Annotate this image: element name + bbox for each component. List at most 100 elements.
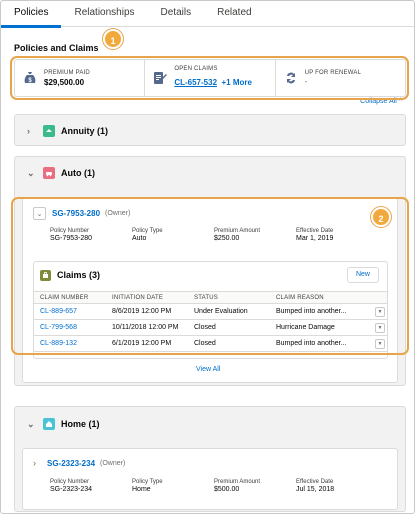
table-row: CL-889-132 6/1/2019 12:00 PM Closed Bump…	[34, 335, 387, 352]
renewal-label: UP FOR RENEWAL	[304, 70, 362, 76]
policy-field: Policy Type Auto	[132, 228, 214, 242]
premium-paid-value: $29,500.00	[44, 77, 85, 87]
annuity-group: › Annuity (1)	[14, 114, 406, 146]
annuity-group-header[interactable]: › Annuity (1)	[15, 115, 405, 147]
claim-status: Under Evaluation	[188, 303, 270, 320]
tab-bar: Policies Relationships Details Related	[1, 1, 414, 28]
home-group-label: Home (1)	[61, 419, 100, 429]
column-header[interactable]: CLAIM NUMBER	[34, 291, 106, 304]
column-header[interactable]: STATUS	[188, 291, 270, 304]
row-menu-icon[interactable]: ▼	[375, 306, 385, 317]
field-value: $500.00	[214, 486, 240, 493]
auto-policy-owner: (Owner)	[105, 210, 131, 217]
car-icon	[43, 167, 55, 179]
row-menu-icon[interactable]: ▼	[375, 322, 385, 333]
field-label: Effective Date	[296, 228, 334, 234]
table-row: CL-799-568 10/11/2018 12:00 PM Closed Hu…	[34, 319, 387, 336]
auto-policy-fields: Policy Number SG-7953-280 Policy Type Auto…	[50, 228, 378, 242]
policy-summary-bar: $ PREMIUM PAID $29,500.00 OPEN CLAIMS CL…	[14, 59, 406, 97]
home-policy-header: › SG-2323-234 (Owner)	[33, 458, 125, 468]
claim-reason: Hurricane Damage	[270, 319, 369, 336]
column-header-blank	[369, 291, 387, 304]
chevron-right-icon: ›	[27, 126, 30, 136]
house-icon	[43, 418, 55, 430]
callout-badge-1: 1	[103, 29, 123, 49]
open-claims-cell: OPEN CLAIMS CL-657-532 +1 More	[145, 60, 276, 96]
claim-number-link[interactable]: CL-799-568	[40, 324, 77, 331]
chevron-right-icon[interactable]: ›	[33, 458, 47, 468]
chevron-down-icon: ⌄	[27, 167, 35, 178]
field-value: SG-2323-234	[50, 486, 93, 493]
field-label: Effective Date	[296, 479, 334, 485]
policy-field: Premium Amount $500.00	[214, 479, 296, 493]
claims-table: CLAIM NUMBER INITIATION DATE STATUS CLAI…	[34, 291, 387, 352]
claim-date: 8/6/2019 12:00 PM	[106, 303, 188, 320]
auto-policy-number-link[interactable]: SG-7953-280	[52, 209, 100, 218]
tab-relationships[interactable]: Relationships	[61, 1, 147, 27]
auto-group-label: Auto (1)	[61, 168, 95, 178]
field-value: Home	[132, 486, 151, 493]
policy-field: Policy Number SG-7953-280	[50, 228, 132, 242]
field-value: SG-7953-280	[50, 235, 93, 242]
chevron-up-icon: ^	[398, 98, 402, 105]
more-claims-link[interactable]: +1 More	[221, 78, 251, 87]
claim-status: Closed	[188, 319, 270, 336]
annuity-icon	[43, 125, 55, 137]
auto-group-header[interactable]: ⌄ Auto (1)	[15, 157, 405, 189]
home-policy-fields: Policy Number SG-2323-234 Policy Type Home…	[50, 479, 378, 493]
collapse-all-label: Collapse All	[360, 98, 397, 105]
open-claim-link[interactable]: CL-657-532	[174, 78, 217, 87]
renewal-value: -	[304, 77, 308, 86]
premium-paid-cell: $ PREMIUM PAID $29,500.00	[15, 60, 146, 96]
tab-details[interactable]: Details	[148, 1, 205, 27]
field-value: Auto	[132, 235, 147, 242]
claim-date: 10/11/2018 12:00 PM	[106, 319, 188, 336]
field-label: Policy Type	[132, 479, 163, 485]
tab-related[interactable]: Related	[204, 1, 264, 27]
home-policy-owner: (Owner)	[100, 459, 126, 467]
claims-icon	[40, 269, 51, 281]
policies-panel: Policies Relationships Details Related P…	[0, 0, 415, 514]
policy-field: Policy Type Home	[132, 479, 214, 493]
renewal-arrows-icon	[284, 71, 298, 85]
field-label: Policy Number	[50, 228, 90, 234]
new-claim-button[interactable]: New	[346, 267, 379, 283]
home-policy-number-link[interactable]: SG-2323-234	[47, 459, 95, 468]
collapse-all-button[interactable]: Collapse All ^	[360, 98, 402, 105]
field-label: Premium Amount	[214, 479, 261, 485]
claims-card: Claims (3) New CLAIM NUMBER INITIATION D…	[33, 261, 388, 359]
auto-policy-header: ⌄ SG-7953-280 (Owner)	[33, 207, 130, 220]
claims-header: Claims (3)	[34, 262, 387, 288]
policy-field: Effective Date Jul 15, 2018	[296, 479, 378, 493]
renewal-cell: UP FOR RENEWAL -	[276, 60, 405, 96]
claim-reason: Bumped into another...	[270, 303, 369, 320]
row-menu-icon[interactable]: ▼	[375, 338, 385, 349]
table-row: CL-889-657 8/6/2019 12:00 PM Under Evalu…	[34, 303, 387, 320]
annuity-group-label: Annuity (1)	[61, 126, 108, 136]
home-group-header[interactable]: ⌄ Home (1)	[15, 407, 405, 441]
claims-table-header: CLAIM NUMBER INITIATION DATE STATUS CLAI…	[34, 291, 387, 304]
claim-document-icon	[153, 71, 168, 85]
column-header[interactable]: CLAIM REASON	[270, 291, 369, 304]
claim-date: 6/1/2019 12:00 PM	[106, 335, 188, 352]
money-bag-icon: $	[23, 71, 37, 85]
field-label: Premium Amount	[214, 228, 261, 234]
claim-status: Closed	[188, 335, 270, 352]
claim-number-link[interactable]: CL-889-132	[40, 340, 77, 347]
field-value: $250.00	[214, 235, 240, 242]
premium-paid-label: PREMIUM PAID	[44, 69, 90, 76]
field-label: Policy Type	[132, 228, 163, 234]
claims-title: Claims (3)	[57, 270, 101, 280]
callout-badge-2: 2	[371, 207, 391, 227]
view-all-link[interactable]: View All	[196, 366, 220, 373]
column-header[interactable]: INITIATION DATE	[106, 291, 188, 304]
field-label: Policy Number	[50, 479, 90, 485]
field-value: Mar 1, 2019	[296, 235, 334, 242]
policy-field: Effective Date Mar 1, 2019	[296, 228, 378, 242]
field-value: Jul 15, 2018	[296, 486, 335, 493]
claim-reason: Bumped into another...	[270, 335, 369, 352]
claim-number-link[interactable]: CL-889-657	[40, 308, 77, 315]
chevron-down-icon[interactable]: ⌄	[33, 207, 46, 220]
policy-field: Premium Amount $250.00	[214, 228, 296, 242]
tab-policies[interactable]: Policies	[1, 1, 62, 28]
